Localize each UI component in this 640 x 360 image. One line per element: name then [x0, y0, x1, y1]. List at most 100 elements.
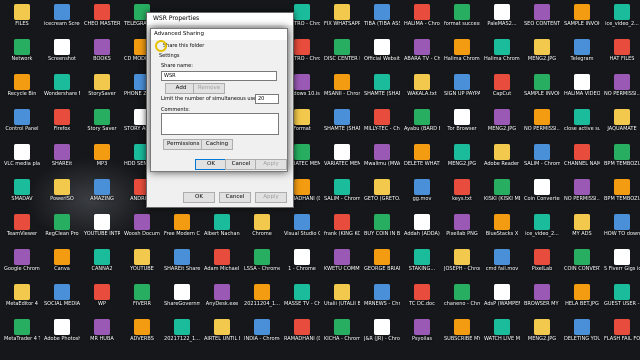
desktop-icon[interactable]: SALIM - Chrome: [524, 144, 560, 184]
desktop-icon[interactable]: BROWSER MY CHANNEL...: [524, 284, 560, 324]
desktop-icon[interactable]: AIRTEL UNTIL BLOCKED.txt: [204, 319, 240, 359]
caching-button[interactable]: Caching: [201, 139, 233, 150]
desktop-icon[interactable]: MASSE TV - Chrome: [284, 284, 320, 324]
desktop-icon[interactable]: Woosh Documents: [124, 214, 160, 254]
desktop-icon[interactable]: JAQUAMATE: [604, 109, 640, 149]
desktop-icon[interactable]: MP3: [84, 144, 120, 184]
desktop-icon[interactable]: MILLY-TEC - Chrome: [364, 109, 400, 149]
desktop-icon[interactable]: CapCut: [484, 74, 520, 114]
desktop-icon[interactable]: Chrome: [244, 214, 280, 254]
desktop-icon[interactable]: chaneno - Chrome: [444, 284, 480, 324]
desktop-icon[interactable]: SHAREit Share & Transfer...: [164, 249, 200, 289]
share-folder-checkbox-label[interactable]: Share this folder: [163, 43, 204, 49]
desktop-icon[interactable]: SUBSCRIBE MY CHANNEL: [444, 319, 480, 359]
desktop-icon[interactable]: PixelLab: [524, 249, 560, 289]
desktop-icon[interactable]: RegClean Pro: [44, 214, 80, 254]
desktop-icon[interactable]: SAMPLE INVOICE.pdf: [564, 4, 600, 44]
desktop-icon[interactable]: Screenshot: [44, 39, 80, 79]
desktop-icon[interactable]: ShareGovernment: [164, 284, 200, 324]
desktop-icon[interactable]: 5 Fiverr Gigs ice_video_2...: [604, 249, 640, 289]
desktop-icon[interactable]: WAKALA.txt: [404, 74, 440, 114]
desktop-icon[interactable]: RAMADHANI (DINGI) - Chrome: [284, 319, 320, 359]
desktop-icon[interactable]: SIGN UP PAYPAX ACC...: [444, 74, 480, 114]
desktop-icon[interactable]: frank (KING KONG) - ...: [324, 214, 360, 254]
desktop-icon[interactable]: StorySaver: [84, 74, 120, 114]
properties-ok-button[interactable]: OK: [183, 192, 215, 203]
desktop-icon[interactable]: SALIM - Chrome: [324, 179, 360, 219]
desktop-icon[interactable]: BUY COIN IN BINANCE: [364, 214, 400, 254]
desktop-icon[interactable]: INDIA - Chrome: [244, 319, 280, 359]
desktop-icon[interactable]: HALIMA - Chrome: [404, 4, 440, 44]
desktop-icon[interactable]: HALIMA VIDEOS - Chrome: [564, 74, 600, 114]
desktop-icon[interactable]: SMADAV: [4, 179, 40, 219]
desktop-icon[interactable]: MSANII - Chrome: [324, 74, 360, 114]
desktop-icon[interactable]: SHAREit: [44, 144, 80, 184]
desktop-icon[interactable]: Official Website: [364, 39, 400, 79]
desktop-icon[interactable]: DISC CENTER PROFORM...: [324, 39, 360, 79]
desktop-icon[interactable]: YOUTUBE INTRO: [84, 214, 120, 254]
desktop-icon[interactable]: icecream Screen ...: [44, 4, 80, 44]
desktop-icon[interactable]: AMAZING: [84, 179, 120, 219]
desktop-icon[interactable]: PowerISO: [44, 179, 80, 219]
desktop-icon[interactable]: close active subscription...: [564, 109, 600, 149]
desktop-icon[interactable]: 20217122_1...: [164, 319, 200, 359]
desktop-icon[interactable]: Google Chrome: [4, 249, 40, 289]
desktop-icon[interactable]: BOOKS: [84, 39, 120, 79]
desktop-icon[interactable]: VARIATEC MEMORI...: [324, 144, 360, 184]
desktop-icon[interactable]: FIVERR: [124, 284, 160, 324]
desktop-icon[interactable]: J&R (JR) - Chrome: [364, 319, 400, 359]
desktop-icon[interactable]: GETO (GRETO...): [364, 179, 400, 219]
desktop-icon[interactable]: ice_video_2...: [604, 4, 640, 44]
desktop-icon[interactable]: 1 - Chrome: [284, 249, 320, 289]
desktop-icon[interactable]: MetaTrader 4 TELEGRAM: [4, 319, 40, 359]
desktop-icon[interactable]: Halima Chrome: [484, 39, 520, 79]
desktop-icon[interactable]: Utalii (UTALII BAND) - C...: [324, 284, 360, 324]
desktop-icon[interactable]: Adobe Photoshop: [44, 319, 80, 359]
desktop-icon[interactable]: HAT FILES: [604, 39, 640, 79]
desktop-icon[interactable]: SOCIAL MEDIA: [44, 284, 80, 324]
desktop-icon[interactable]: Free Modern CD Mockup...: [164, 214, 200, 254]
comments-textarea[interactable]: [161, 113, 279, 135]
desktop-icon[interactable]: GEORGE BRIAN...: [364, 249, 400, 289]
desktop-icon[interactable]: MR HUBA: [84, 319, 120, 359]
desktop-icon[interactable]: MENG2.JPG: [524, 319, 560, 359]
desktop-icon[interactable]: Control Panel: [4, 109, 40, 149]
desktop-icon[interactable]: Recycle Bin: [4, 74, 40, 114]
desktop-icon[interactable]: HELA BET.JPG: [564, 284, 600, 324]
advanced-ok-button[interactable]: OK: [195, 159, 227, 170]
desktop-icon[interactable]: TIBA (TIBA ASSIST)...: [364, 4, 400, 44]
desktop-icon[interactable]: ice_video_2...: [524, 214, 560, 254]
desktop-icon[interactable]: HOW TO download: [604, 214, 640, 254]
desktop-icon[interactable]: JOSEPH - Chrome: [444, 249, 480, 289]
desktop-icon[interactable]: WP: [84, 284, 120, 324]
desktop-icon[interactable]: Pixellab PNG: [444, 214, 480, 254]
desktop-icon[interactable]: MRNEWS - Chrome: [364, 284, 400, 324]
desktop-icon[interactable]: Psyoilas: [404, 319, 440, 359]
desktop-icon[interactable]: YOUTUBE: [124, 249, 160, 289]
desktop-icon[interactable]: SAMPLE INVOICE...: [524, 74, 560, 114]
desktop-icon[interactable]: COIN CONVERT...: [564, 249, 600, 289]
desktop-icon[interactable]: FILES: [4, 4, 40, 44]
desktop-icon[interactable]: FLASH FAIL FORMAT: [604, 319, 640, 359]
desktop-icon[interactable]: Addah (ADDA) - Chrome: [404, 214, 440, 254]
desktop-icon[interactable]: ABARA TV - Chrome: [404, 39, 440, 79]
desktop-icon[interactable]: MENG2.JPG: [484, 109, 520, 149]
desktop-icon[interactable]: KWETU COMMU...: [324, 249, 360, 289]
desktop-icon[interactable]: TeamViewer: [4, 214, 40, 254]
desktop-icon[interactable]: SHAMTE (SHAM... Chrome: [324, 109, 360, 149]
desktop-icon[interactable]: MetaEditor 4: [4, 284, 40, 324]
desktop-icon[interactable]: GUEST USER - Chrome: [604, 284, 640, 324]
desktop-icon[interactable]: Adam Michael - ...: [204, 249, 240, 289]
desktop-icon[interactable]: PaleMAS2...: [484, 4, 520, 44]
desktop-icon[interactable]: KICHA - Chrome: [324, 319, 360, 359]
desktop-icon[interactable]: 20211204_1...: [244, 284, 280, 324]
desktop-icon[interactable]: Firefox: [44, 109, 80, 149]
desktop-icon[interactable]: keys.txt: [444, 179, 480, 219]
permissions-button[interactable]: Permissions: [163, 139, 204, 150]
desktop-icon[interactable]: gg.mov: [404, 179, 440, 219]
desktop-icon[interactable]: MY ADS: [564, 214, 600, 254]
desktop-icon[interactable]: format successful: [444, 4, 480, 44]
desktop-icon[interactable]: CHANNEL NAME FAIL...: [564, 144, 600, 184]
advanced-apply-button[interactable]: Apply: [255, 159, 287, 170]
desktop-icon[interactable]: DELETE WHATSAPP...: [404, 144, 440, 184]
